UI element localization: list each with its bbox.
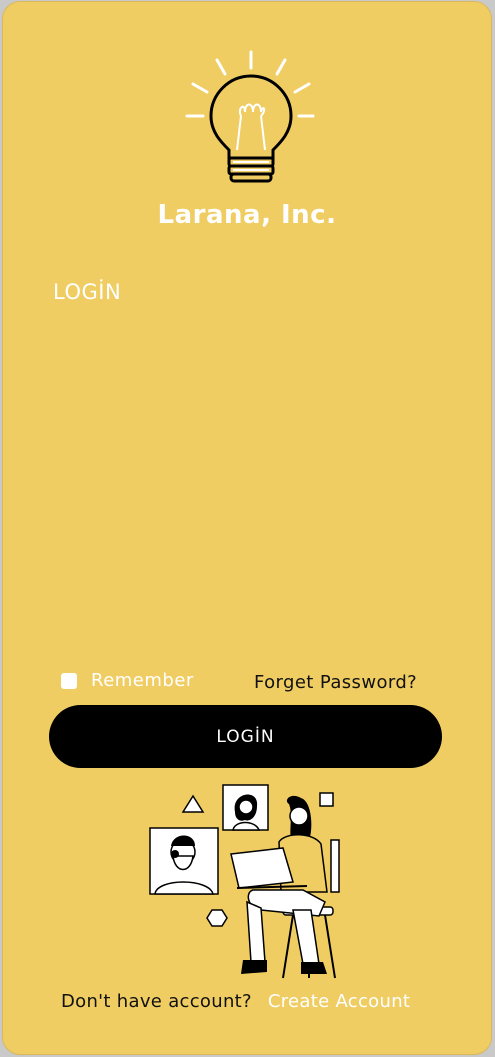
login-card: Larana, Inc. LOGİN Remember Forget Passw… <box>2 1 492 1055</box>
login-heading: LOGİN <box>53 280 122 304</box>
login-button[interactable]: LOGİN <box>49 705 442 768</box>
create-account-link[interactable]: Create Account <box>268 991 410 1012</box>
remote-work-illustration <box>149 784 340 979</box>
remember-label: Remember <box>91 670 194 691</box>
remember-checkbox[interactable] <box>61 672 77 689</box>
forgot-password-link[interactable]: Forget Password? <box>254 672 417 693</box>
brand-name: Larana, Inc. <box>157 200 337 230</box>
lightbulb-icon <box>185 50 315 183</box>
remember-toggle[interactable]: Remember <box>61 670 194 691</box>
signup-question: Don't have account? <box>61 991 252 1012</box>
signup-prompt: Don't have account? Create Account <box>61 991 410 1012</box>
